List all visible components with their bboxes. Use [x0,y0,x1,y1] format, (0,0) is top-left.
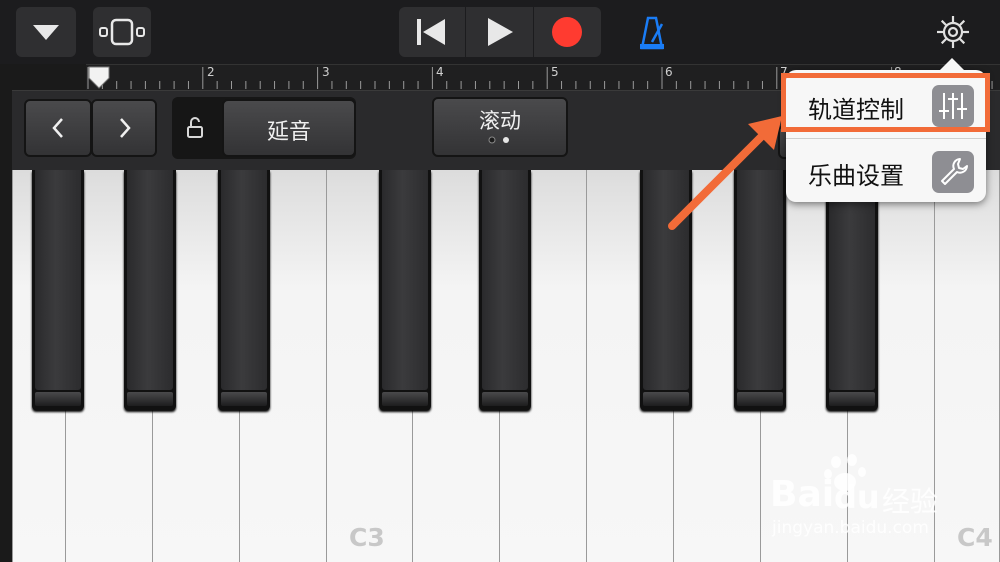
ruler-mark: 3 [322,65,330,79]
page-dots [488,136,509,144]
wrench-icon [932,151,974,193]
watermark-brand-du: du [834,478,880,516]
track-view-icon [99,18,145,46]
track-view-button[interactable] [93,7,151,57]
black-key[interactable] [218,170,270,410]
record-button[interactable] [533,7,600,57]
scroll-label: 滚动 [479,109,521,133]
note-label-c3: C3 [349,523,385,552]
gear-icon[interactable] [934,13,972,51]
playhead-icon[interactable] [88,66,112,90]
record-icon [552,17,582,47]
play-icon [488,18,513,46]
black-key[interactable] [479,170,531,410]
transport-controls [399,7,601,57]
watermark-brand-cn: 经验 [882,485,939,518]
octave-down-button[interactable] [24,99,92,157]
ruler-mark: 4 [436,65,444,79]
go-to-start-icon [417,19,445,45]
go-to-start-button[interactable] [399,7,465,57]
menu-item-label: 乐曲设置 [808,162,904,190]
black-key[interactable] [734,170,786,410]
unlock-icon[interactable] [184,115,210,141]
watermark-brand: Bai [770,474,835,515]
chevron-left-icon [52,118,63,138]
dropdown-button[interactable] [16,7,76,57]
menu-item-song-settings[interactable]: 乐曲设置 [786,140,986,204]
black-key[interactable] [640,170,692,410]
sustain-label: 延音 [266,120,311,145]
watermark-url: jingyan.baidu.com [772,518,929,538]
black-key[interactable] [826,170,878,410]
triangle-down-icon [33,25,59,40]
sustain-group: 延音 [172,97,356,159]
highlight-box [781,73,990,132]
black-key[interactable] [32,170,84,410]
metronome-icon[interactable] [632,12,672,52]
popover-pointer [940,58,964,70]
top-toolbar [0,0,1000,64]
black-key[interactable] [124,170,176,410]
chevron-right-icon [120,118,131,138]
menu-divider [786,138,986,139]
scroll-button[interactable]: 滚动 [432,97,568,157]
sustain-button[interactable]: 延音 [222,99,356,157]
ruler-mark: 5 [551,65,559,79]
octave-up-button[interactable] [91,99,157,157]
ruler-mark: 2 [207,65,215,79]
ruler-mark: 6 [665,65,673,79]
black-key[interactable] [379,170,431,410]
baidu-watermark: Bai du 经验 jingyan.baidu.com [770,452,1000,542]
play-button[interactable] [465,7,532,57]
